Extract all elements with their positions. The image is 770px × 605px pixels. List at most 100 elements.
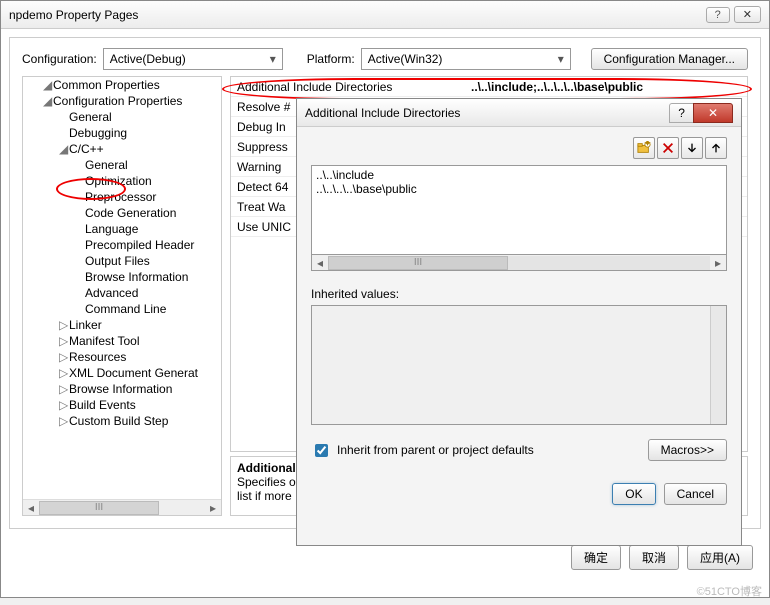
up-arrow-icon[interactable] bbox=[705, 137, 727, 159]
tree-item[interactable]: ▷Browse Information bbox=[23, 381, 221, 397]
property-value: ..\..\include;..\..\..\..\base\public bbox=[471, 80, 747, 94]
modal-close-button[interactable]: ✕ bbox=[693, 103, 733, 123]
scroll-left-icon[interactable]: ◂ bbox=[23, 501, 39, 515]
property-row[interactable]: Additional Include Directories..\..\incl… bbox=[231, 77, 747, 97]
tree-item[interactable]: ▷XML Document Generat bbox=[23, 365, 221, 381]
tree-item[interactable]: ◢C/C++ bbox=[23, 141, 221, 157]
ok-button[interactable]: 确定 bbox=[571, 545, 621, 570]
tree-item-label: Preprocessor bbox=[85, 190, 156, 204]
tree-item[interactable]: ▷Custom Build Step bbox=[23, 413, 221, 429]
tree-item-label: Configuration Properties bbox=[53, 94, 182, 108]
tree-item[interactable]: Command Line bbox=[23, 301, 221, 317]
tree-item-label: Manifest Tool bbox=[69, 334, 139, 348]
configuration-label: Configuration: bbox=[22, 52, 97, 66]
delete-icon[interactable] bbox=[657, 137, 679, 159]
listbox-hscrollbar[interactable]: ◂ III ▸ bbox=[311, 255, 727, 271]
tree-item[interactable]: General bbox=[23, 109, 221, 125]
window-titlebar: npdemo Property Pages ? ✕ bbox=[1, 1, 769, 29]
platform-value: Active(Win32) bbox=[368, 52, 443, 66]
tree-item-label: Command Line bbox=[85, 302, 166, 316]
tree-item[interactable]: Debugging bbox=[23, 125, 221, 141]
apply-button[interactable]: 应用(A) bbox=[687, 545, 753, 570]
tree-item-label: Optimization bbox=[85, 174, 152, 188]
configuration-value: Active(Debug) bbox=[110, 52, 186, 66]
platform-label: Platform: bbox=[307, 52, 355, 66]
watermark: ©51CTO博客 bbox=[697, 583, 762, 599]
modal-titlebar: Additional Include Directories ? ✕ bbox=[297, 99, 741, 127]
inherit-checkbox[interactable] bbox=[315, 444, 328, 457]
tree-expander-icon[interactable]: ▷ bbox=[59, 414, 69, 428]
tree-expander-icon[interactable]: ▷ bbox=[59, 366, 69, 380]
tree-item-label: Output Files bbox=[85, 254, 150, 268]
tree-item[interactable]: ◢Configuration Properties bbox=[23, 93, 221, 109]
inherited-label: Inherited values: bbox=[311, 287, 727, 301]
tree-expander-icon[interactable]: ▷ bbox=[59, 382, 69, 396]
scroll-right-icon[interactable]: ▸ bbox=[205, 501, 221, 515]
tree-item[interactable]: ◢Common Properties bbox=[23, 77, 221, 93]
inherited-vscrollbar[interactable] bbox=[710, 306, 726, 424]
new-folder-icon[interactable]: ✦ bbox=[633, 137, 655, 159]
tree-expander-icon[interactable]: ▷ bbox=[59, 350, 69, 364]
cancel-button[interactable]: 取消 bbox=[629, 545, 679, 570]
tree-expander-icon[interactable]: ◢ bbox=[43, 94, 53, 108]
tree-item[interactable]: Advanced bbox=[23, 285, 221, 301]
tree-item-label: Debugging bbox=[69, 126, 127, 140]
configuration-manager-button[interactable]: Configuration Manager... bbox=[591, 48, 748, 70]
chevron-down-icon: ▾ bbox=[558, 52, 564, 66]
tree-item-label: General bbox=[69, 110, 112, 124]
tree-hscrollbar[interactable]: ◂ III ▸ bbox=[23, 499, 221, 515]
tree-item[interactable]: ▷Linker bbox=[23, 317, 221, 333]
configuration-dropdown[interactable]: Active(Debug) ▾ bbox=[103, 48, 283, 70]
list-item[interactable]: ..\..\..\..\base\public bbox=[316, 182, 722, 196]
tree-item-label: General bbox=[85, 158, 128, 172]
tree-item[interactable]: ▷Resources bbox=[23, 349, 221, 365]
tree-item[interactable]: Output Files bbox=[23, 253, 221, 269]
inherited-listbox[interactable] bbox=[311, 305, 727, 425]
tree-item-label: Advanced bbox=[85, 286, 138, 300]
include-dirs-dialog: Additional Include Directories ? ✕ ✦ ..\… bbox=[296, 98, 742, 546]
config-row: Configuration: Active(Debug) ▾ Platform:… bbox=[14, 42, 756, 76]
tree-expander-icon[interactable]: ▷ bbox=[59, 398, 69, 412]
tree-item[interactable]: Browse Information bbox=[23, 269, 221, 285]
svg-text:✦: ✦ bbox=[643, 141, 651, 149]
tree-item-label: Custom Build Step bbox=[69, 414, 168, 428]
tree-item-label: Common Properties bbox=[53, 78, 160, 92]
tree-item-label: XML Document Generat bbox=[69, 366, 198, 380]
tree-item[interactable]: Precompiled Header bbox=[23, 237, 221, 253]
down-arrow-icon[interactable] bbox=[681, 137, 703, 159]
tree-item[interactable]: ▷Manifest Tool bbox=[23, 333, 221, 349]
scroll-thumb[interactable]: III bbox=[328, 256, 508, 270]
tree-item[interactable]: Preprocessor bbox=[23, 189, 221, 205]
modal-cancel-button[interactable]: Cancel bbox=[664, 483, 727, 505]
tree-item-label: C/C++ bbox=[69, 142, 104, 156]
tree-item[interactable]: Language bbox=[23, 221, 221, 237]
help-button[interactable]: ? bbox=[706, 7, 730, 23]
scroll-left-icon[interactable]: ◂ bbox=[312, 256, 328, 270]
tree-item-label: Build Events bbox=[69, 398, 136, 412]
scroll-right-icon[interactable]: ▸ bbox=[710, 256, 726, 270]
list-item[interactable]: ..\..\include bbox=[316, 168, 722, 182]
tree-item-label: Language bbox=[85, 222, 138, 236]
tree-expander-icon[interactable]: ◢ bbox=[59, 142, 69, 156]
close-button[interactable]: ✕ bbox=[734, 6, 761, 23]
macros-button[interactable]: Macros>> bbox=[648, 439, 727, 461]
config-tree[interactable]: ◢Common Properties◢Configuration Propert… bbox=[22, 76, 222, 516]
tree-item[interactable]: General bbox=[23, 157, 221, 173]
tree-item-label: Resources bbox=[69, 350, 126, 364]
tree-item-label: Code Generation bbox=[85, 206, 176, 220]
modal-help-button[interactable]: ? bbox=[669, 103, 694, 123]
tree-expander-icon[interactable]: ▷ bbox=[59, 334, 69, 348]
tree-item[interactable]: Code Generation bbox=[23, 205, 221, 221]
tree-item[interactable]: Optimization bbox=[23, 173, 221, 189]
tree-expander-icon[interactable]: ◢ bbox=[43, 78, 53, 92]
tree-item-label: Browse Information bbox=[85, 270, 188, 284]
modal-ok-button[interactable]: OK bbox=[612, 483, 655, 505]
platform-dropdown[interactable]: Active(Win32) ▾ bbox=[361, 48, 571, 70]
tree-item-label: Precompiled Header bbox=[85, 238, 194, 252]
tree-item[interactable]: ▷Build Events bbox=[23, 397, 221, 413]
tree-expander-icon[interactable]: ▷ bbox=[59, 318, 69, 332]
window-title: npdemo Property Pages bbox=[9, 8, 138, 22]
scroll-thumb[interactable]: III bbox=[39, 501, 159, 515]
inherit-checkbox-label: Inherit from parent or project defaults bbox=[337, 443, 534, 457]
dirs-listbox[interactable]: ..\..\include..\..\..\..\base\public bbox=[311, 165, 727, 255]
